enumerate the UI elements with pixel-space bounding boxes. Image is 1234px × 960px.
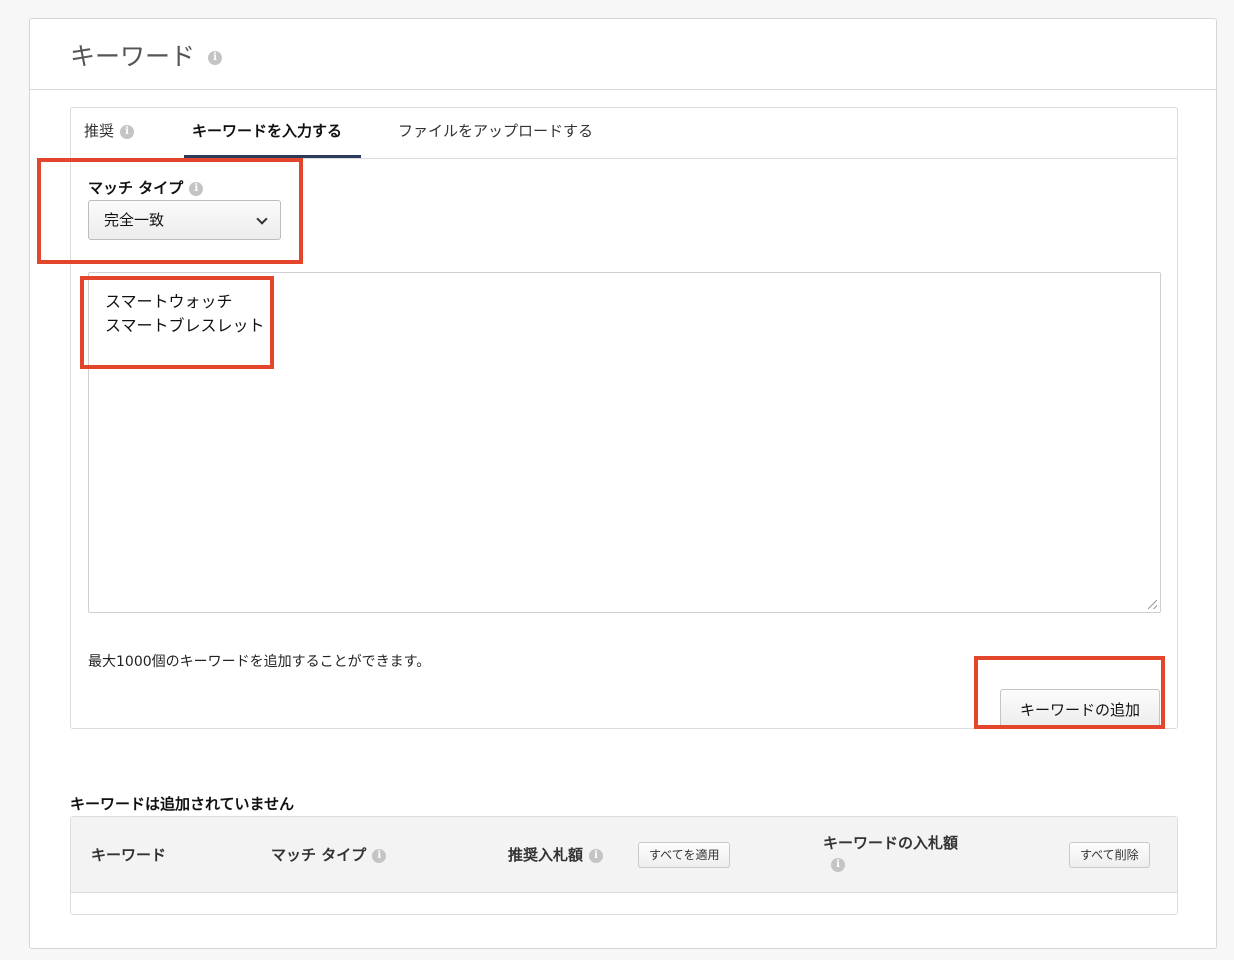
column-keyword: キーワード	[91, 846, 167, 864]
tab-suggested[interactable]: 推奨 i	[84, 108, 135, 159]
table-header: キーワード マッチ タイプ i 推奨入札額 i すべてを適用 キーワードの入札額 i…	[71, 817, 1177, 893]
tab-label: 推奨	[84, 122, 115, 140]
column-match-type: マッチ タイプ i	[271, 844, 387, 865]
keywords-panel: キーワード i 推奨 i キーワードを入力する ファイルをアップロードする マッチ…	[29, 18, 1217, 949]
panel-title: キーワード	[70, 42, 196, 71]
match-type-value: 完全一致	[104, 211, 165, 229]
apply-all-button[interactable]: すべてを適用	[638, 842, 731, 868]
empty-keywords-title: キーワードは追加されていません	[70, 795, 295, 813]
info-icon[interactable]: i	[372, 848, 387, 863]
keyword-limit-hint: 最大1000個のキーワードを追加することができます。	[88, 654, 431, 670]
tab-upload-file[interactable]: ファイルをアップロードする	[398, 108, 593, 159]
match-type-select[interactable]: 完全一致	[88, 200, 281, 240]
info-icon[interactable]: i	[589, 848, 604, 863]
keyword-line: スマートブレスレット	[105, 316, 265, 335]
info-icon[interactable]: i	[831, 858, 845, 872]
chevron-down-icon	[256, 213, 268, 225]
active-tab-indicator	[184, 155, 361, 158]
resize-handle[interactable]	[1148, 600, 1157, 609]
info-icon[interactable]: i	[189, 181, 204, 196]
add-keywords-button[interactable]: キーワードの追加	[1000, 689, 1160, 729]
column-keyword-bid: キーワードの入札額	[823, 834, 959, 852]
info-icon[interactable]: i	[120, 124, 135, 139]
keyword-line: スマートウォッチ	[105, 292, 233, 311]
column-suggested-bid: 推奨入札額 i	[508, 844, 604, 865]
info-icon[interactable]: i	[208, 51, 222, 65]
keywords-textarea[interactable]: スマートウォッチ スマートブレスレット	[88, 272, 1161, 613]
panel-header: キーワード i	[30, 19, 1216, 90]
tab-label: ファイルをアップロードする	[398, 122, 594, 140]
delete-all-button[interactable]: すべて削除	[1069, 842, 1150, 868]
tab-label: キーワードを入力する	[192, 122, 343, 140]
added-keywords-table: キーワード マッチ タイプ i 推奨入札額 i すべてを適用 キーワードの入札額 i…	[70, 816, 1178, 915]
match-type-label: マッチ タイプ i	[88, 177, 204, 198]
tab-enter-keywords[interactable]: キーワードを入力する	[192, 108, 342, 159]
tab-bar: 推奨 i キーワードを入力する ファイルをアップロードする	[71, 108, 1177, 159]
keyword-entry-card: 推奨 i キーワードを入力する ファイルをアップロードする マッチ タイプ i 完全…	[70, 107, 1178, 729]
